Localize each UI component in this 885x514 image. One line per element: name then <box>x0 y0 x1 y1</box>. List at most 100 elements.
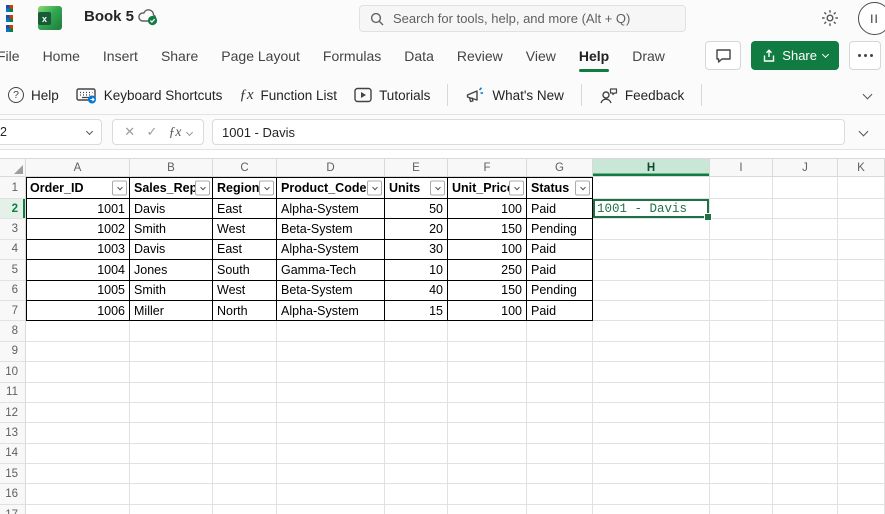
cell-D11[interactable] <box>277 382 385 403</box>
cell-C15[interactable] <box>213 464 277 485</box>
ribbon-tab-share[interactable]: Share <box>161 42 198 70</box>
cell-K16[interactable] <box>838 484 885 505</box>
cell-F17[interactable] <box>448 504 527 514</box>
cell-E10[interactable] <box>385 362 448 383</box>
ribbon-tab-review[interactable]: Review <box>457 42 503 70</box>
cell-H10[interactable] <box>593 362 710 383</box>
cell-D16[interactable] <box>277 484 385 505</box>
cell-G1[interactable]: Status <box>527 177 593 199</box>
cell-F5[interactable]: 250 <box>448 260 527 281</box>
cell-G13[interactable] <box>527 423 593 444</box>
cell-B16[interactable] <box>130 484 213 505</box>
cell-A7[interactable]: 1006 <box>26 300 130 322</box>
cell-D17[interactable] <box>277 504 385 514</box>
row-header-9[interactable]: 9 <box>0 341 26 363</box>
cell-E7[interactable]: 15 <box>385 300 448 322</box>
cell-H14[interactable] <box>593 443 710 465</box>
ribbon-tab-file[interactable]: File <box>0 42 20 70</box>
cell-B7[interactable]: Miller <box>130 300 213 322</box>
column-header-B[interactable]: B <box>130 158 213 177</box>
cell-G2[interactable]: Paid <box>527 199 593 220</box>
filter-button-Region[interactable] <box>259 180 274 196</box>
cell-G10[interactable] <box>527 362 593 383</box>
cell-E13[interactable] <box>385 423 448 444</box>
cell-H12[interactable] <box>593 402 710 424</box>
expand-formula-bar-chevron-icon[interactable] <box>858 126 869 137</box>
cell-K13[interactable] <box>838 423 885 444</box>
cell-J5[interactable] <box>773 260 838 281</box>
cancel-entry-icon[interactable]: ✕ <box>124 124 135 140</box>
cell-K2[interactable] <box>838 199 885 220</box>
ribbon-tab-home[interactable]: Home <box>43 42 80 70</box>
cell-J7[interactable] <box>773 300 838 322</box>
cell-I10[interactable] <box>710 362 773 383</box>
cell-A12[interactable] <box>26 402 130 424</box>
cell-H15[interactable] <box>593 464 710 485</box>
cell-F13[interactable] <box>448 423 527 444</box>
column-header-F[interactable]: F <box>448 158 527 177</box>
cell-D15[interactable] <box>277 464 385 485</box>
cell-K10[interactable] <box>838 362 885 383</box>
cell-C8[interactable] <box>213 321 277 342</box>
row-header-5[interactable]: 5 <box>0 260 26 281</box>
account-avatar[interactable]: II <box>858 2 885 35</box>
cell-H16[interactable] <box>593 484 710 505</box>
filter-button-Status[interactable] <box>575 180 590 196</box>
cell-F11[interactable] <box>448 382 527 403</box>
cell-D14[interactable] <box>277 443 385 465</box>
cell-J17[interactable] <box>773 504 838 514</box>
cell-H6[interactable] <box>593 280 710 301</box>
cell-C3[interactable]: West <box>213 219 277 240</box>
cell-C2[interactable]: East <box>213 199 277 220</box>
cell-E5[interactable]: 10 <box>385 260 448 281</box>
cell-J2[interactable] <box>773 199 838 220</box>
cell-B8[interactable] <box>130 321 213 342</box>
cell-K9[interactable] <box>838 341 885 363</box>
cell-J12[interactable] <box>773 402 838 424</box>
search-input[interactable]: Search for tools, help, and more (Alt + … <box>359 5 686 32</box>
cell-I6[interactable] <box>710 280 773 301</box>
cell-A1[interactable]: Order_ID <box>26 177 130 199</box>
confirm-entry-icon[interactable]: ✓ <box>146 124 157 140</box>
row-header-17[interactable]: 17 <box>0 504 26 514</box>
ribbon-tab-draw[interactable]: Draw <box>632 42 665 70</box>
cell-A2[interactable]: 1001 <box>26 199 130 220</box>
formula-input[interactable]: 1001 - Davis <box>212 119 845 145</box>
cell-D12[interactable] <box>277 402 385 424</box>
cell-F3[interactable]: 150 <box>448 219 527 240</box>
insert-function-icon[interactable]: ƒx <box>169 124 182 140</box>
cell-I2[interactable] <box>710 199 773 220</box>
column-header-D[interactable]: D <box>277 158 385 177</box>
cell-G4[interactable]: Paid <box>527 239 593 261</box>
function-list-button[interactable]: ƒx Function List <box>239 87 337 104</box>
cell-I13[interactable] <box>710 423 773 444</box>
cell-E17[interactable] <box>385 504 448 514</box>
cell-C12[interactable] <box>213 402 277 424</box>
cell-J6[interactable] <box>773 280 838 301</box>
cell-G7[interactable]: Paid <box>527 300 593 322</box>
cell-D6[interactable]: Beta-System <box>277 280 385 301</box>
cell-E8[interactable] <box>385 321 448 342</box>
cell-C17[interactable] <box>213 504 277 514</box>
comments-button[interactable] <box>705 41 742 70</box>
ribbon-tab-help[interactable]: Help <box>578 42 610 72</box>
row-header-2[interactable]: 2 <box>0 199 26 220</box>
cell-I8[interactable] <box>710 321 773 342</box>
cell-E14[interactable] <box>385 443 448 465</box>
cell-I5[interactable] <box>710 260 773 281</box>
cell-K5[interactable] <box>838 260 885 281</box>
cell-J1[interactable] <box>773 177 838 199</box>
cell-A6[interactable]: 1005 <box>26 280 130 301</box>
document-title[interactable]: Book 5 <box>84 8 134 25</box>
ribbon-tab-view[interactable]: View <box>526 42 556 70</box>
cell-J14[interactable] <box>773 443 838 465</box>
cell-D9[interactable] <box>277 341 385 363</box>
ribbon-tab-formulas[interactable]: Formulas <box>323 42 381 70</box>
cell-F16[interactable] <box>448 484 527 505</box>
cell-K17[interactable] <box>838 504 885 514</box>
cell-F6[interactable]: 150 <box>448 280 527 301</box>
cell-C9[interactable] <box>213 341 277 363</box>
cell-E11[interactable] <box>385 382 448 403</box>
cell-B13[interactable] <box>130 423 213 444</box>
cell-E3[interactable]: 20 <box>385 219 448 240</box>
